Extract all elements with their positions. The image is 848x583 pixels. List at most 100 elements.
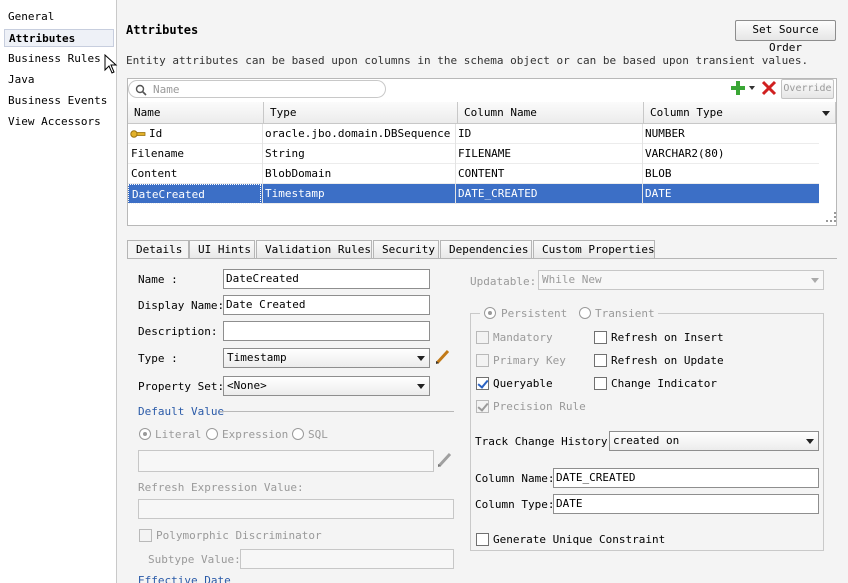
tab-dependencies[interactable]: Dependencies <box>440 240 532 258</box>
property-set-label: Property Set: <box>138 380 225 393</box>
cell-type: oracle.jbo.domain.DBSequence <box>265 127 451 140</box>
refresh-expression-field[interactable] <box>138 499 454 519</box>
search-icon <box>135 84 147 96</box>
cell-name: Filename <box>131 147 184 160</box>
resize-grip-icon[interactable] <box>826 212 836 222</box>
tab-custom-properties[interactable]: Custom Properties <box>533 240 655 258</box>
page-title: Attributes <box>126 23 199 37</box>
track-change-history-label: Track Change History: <box>475 435 615 448</box>
tab-security[interactable]: Security <box>373 240 439 258</box>
override-button[interactable]: Override <box>781 79 834 99</box>
persistent-label: Persistent <box>501 307 568 320</box>
nav-item-business-rules[interactable]: Business Rules <box>8 50 101 68</box>
description-label: Description: <box>138 325 218 338</box>
change-indicator-label: Change Indicator <box>611 377 717 390</box>
column-header-column-type[interactable]: Column Type <box>644 102 836 124</box>
table-row[interactable]: Id oracle.jbo.domain.DBSequence ID NUMBE… <box>128 124 819 144</box>
grid-line <box>642 124 643 204</box>
subtype-value-label: Subtype Value: <box>148 553 241 566</box>
sql-label: SQL <box>308 428 328 441</box>
mouse-cursor-icon <box>104 54 118 74</box>
primary-key-label: Primary Key <box>493 354 566 367</box>
updatable-label: Updatable: <box>470 275 537 288</box>
search-field[interactable]: Name <box>128 80 386 98</box>
cell-column-name: DATE_CREATED <box>458 187 538 200</box>
tab-ui-hints[interactable]: UI Hints <box>189 240 255 258</box>
track-change-history-select[interactable]: created on <box>609 431 819 451</box>
name-field[interactable]: DateCreated <box>223 269 430 289</box>
mandatory-checkbox[interactable] <box>476 331 489 344</box>
type-select[interactable]: Timestamp <box>223 348 430 368</box>
generate-unique-constraint-checkbox[interactable] <box>476 533 489 546</box>
expression-radio[interactable] <box>206 428 218 440</box>
precision-rule-checkbox[interactable] <box>476 400 489 413</box>
add-dropdown-icon[interactable] <box>749 86 755 90</box>
add-icon[interactable] <box>730 80 746 96</box>
cell-column-type: DATE <box>645 187 672 200</box>
literal-label: Literal <box>155 428 202 441</box>
separator <box>220 411 454 412</box>
column-header-type[interactable]: Type <box>264 102 458 124</box>
column-name-label: Column Name: <box>475 472 555 485</box>
cell-name: Content <box>131 167 178 180</box>
chevron-down-icon <box>417 384 425 389</box>
table-row-selected[interactable]: DateCreated Timestamp DATE_CREATED DATE <box>128 184 819 204</box>
tab-validation-rules[interactable]: Validation Rules <box>256 240 372 258</box>
column-type-field[interactable]: DATE <box>553 494 819 514</box>
nav-item-view-accessors[interactable]: View Accessors <box>8 113 101 131</box>
cell-name: DateCreated <box>128 184 261 204</box>
delete-icon[interactable] <box>761 80 777 96</box>
cell-type: String <box>265 147 305 160</box>
cell-name: Id <box>149 127 163 140</box>
column-menu-icon[interactable] <box>822 111 830 116</box>
effective-date-heading: Effective Date <box>138 576 231 583</box>
sql-radio[interactable] <box>292 428 304 440</box>
updatable-select[interactable]: While New <box>538 270 824 290</box>
transient-radio[interactable] <box>579 307 591 319</box>
default-value-field[interactable] <box>138 450 434 472</box>
cell-type: BlobDomain <box>265 167 332 180</box>
table-row[interactable]: Filename String FILENAME VARCHAR2(80) <box>128 144 819 164</box>
nav-item-business-events[interactable]: Business Events <box>8 92 107 110</box>
literal-radio[interactable] <box>139 428 151 440</box>
nav-item-attributes[interactable]: Attributes <box>4 29 114 47</box>
description-field[interactable] <box>223 321 430 341</box>
change-indicator-checkbox[interactable] <box>594 377 607 390</box>
left-navigation: General Attributes Business Rules Java B… <box>0 0 118 583</box>
refresh-on-insert-checkbox[interactable] <box>594 331 607 344</box>
subtype-value-field[interactable] <box>240 549 454 569</box>
transient-label: Transient <box>595 307 655 320</box>
property-set-value: <None> <box>227 379 267 392</box>
cell-column-name: ID <box>458 127 472 140</box>
polymorphic-checkbox[interactable] <box>139 529 152 542</box>
column-header-name[interactable]: Name <box>128 102 264 124</box>
refresh-on-update-checkbox[interactable] <box>594 354 607 367</box>
edit-default-value-icon[interactable] <box>436 451 454 469</box>
table-row[interactable]: Content BlobDomain CONTENT BLOB <box>128 164 819 184</box>
type-value: Timestamp <box>227 351 287 364</box>
refresh-expression-label: Refresh Expression Value: <box>138 481 304 494</box>
column-header-column-name[interactable]: Column Name <box>458 102 644 124</box>
polymorphic-label: Polymorphic Discriminator <box>156 529 322 542</box>
cell-column-type: VARCHAR2(80) <box>645 147 725 160</box>
primary-key-icon <box>130 130 146 138</box>
nav-item-general[interactable]: General <box>8 8 54 26</box>
column-name-field[interactable]: DATE_CREATED <box>553 468 819 488</box>
property-set-select[interactable]: <None> <box>223 376 430 396</box>
track-change-history-value: created on <box>613 434 680 447</box>
tab-details[interactable]: Details <box>127 240 189 259</box>
display-name-field[interactable]: Date Created <box>223 295 430 315</box>
persistent-radio[interactable] <box>484 307 496 319</box>
column-type-label: Column Type: <box>475 498 555 511</box>
nav-item-java[interactable]: Java <box>8 71 35 89</box>
page-description: Entity attributes can be based upon colu… <box>126 54 809 67</box>
queryable-checkbox[interactable] <box>476 377 489 390</box>
grid-line <box>455 124 456 204</box>
refresh-on-update-label: Refresh on Update <box>611 354 724 367</box>
expression-label: Expression <box>222 428 289 441</box>
cell-column-type: BLOB <box>645 167 672 180</box>
primary-key-checkbox[interactable] <box>476 354 489 367</box>
set-source-order-button[interactable]: Set Source Order <box>735 20 836 54</box>
edit-type-icon[interactable] <box>434 348 452 366</box>
cell-column-type: NUMBER <box>645 127 685 140</box>
